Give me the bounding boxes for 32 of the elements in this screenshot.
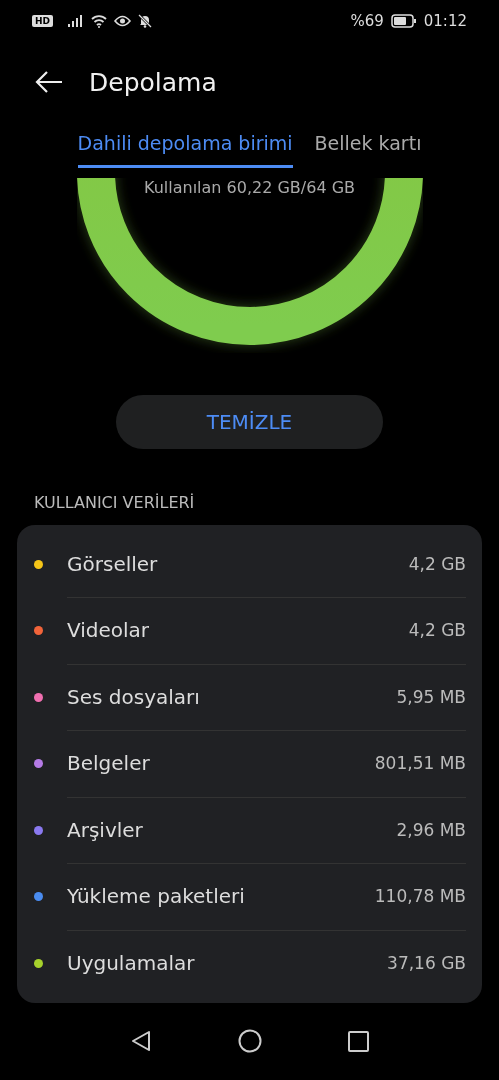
muted-bell-icon [138,14,152,28]
category-name[interactable]: Görseller [67,551,158,576]
category-size: 801,51 MB [374,753,466,774]
tab[interactable]: Dahili depolama birimi [77,132,293,168]
category-name[interactable]: Yükleme paketleri [67,884,245,909]
clean-button[interactable]: TEMİZLE [116,395,383,449]
category-size: 5,95 MB [396,686,466,707]
category-size: 110,78 MB [374,886,466,907]
category-name[interactable]: Videolar [67,618,150,643]
signal-icon [68,15,84,27]
wifi-icon [91,14,107,28]
section-title: KULLANICI VERİLERİ [34,493,196,514]
network-badge: HD [32,15,53,27]
category-size: 2,96 MB [396,819,466,840]
clock: 01:12 [423,12,467,30]
recents-nav-icon[interactable] [348,1030,369,1052]
battery-percent: %69 [350,12,384,30]
category-name[interactable]: Arşivler [67,817,143,842]
home-nav-icon[interactable] [238,1029,262,1054]
back-nav-icon[interactable] [130,1030,152,1053]
category-name[interactable]: Ses dosyaları [67,684,200,709]
eye-icon [114,15,131,27]
category-name[interactable]: Uygulamalar [67,951,195,976]
battery-icon [390,14,417,28]
tab[interactable]: Bellek kartı [314,132,422,168]
category-size: 37,16 GB [387,953,466,974]
category-size: 4,2 GB [408,553,466,574]
page-title: Depolama [89,67,217,97]
back-arrow-icon[interactable] [35,70,63,94]
usage-text: Kullanılan 60,22 GB/64 GB [142,178,357,197]
category-size: 4,2 GB [408,620,466,641]
category-name[interactable]: Belgeler [67,751,150,776]
